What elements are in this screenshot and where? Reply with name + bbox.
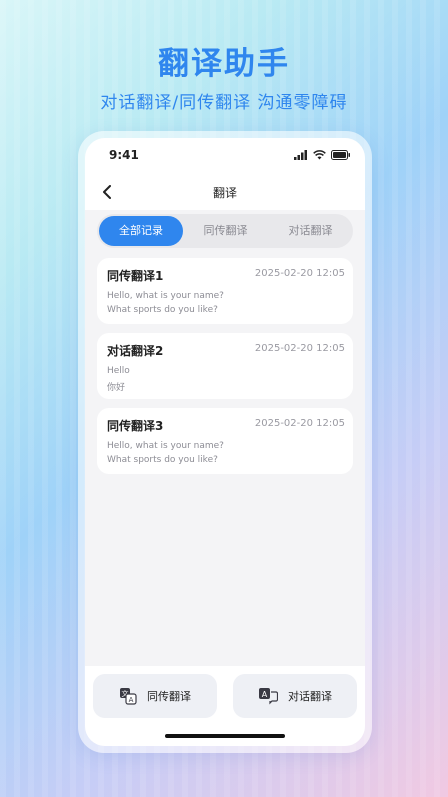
status-icons: [294, 150, 351, 160]
translate-icon: 文 A: [120, 688, 137, 705]
record-time: 2025-02-20 12:05: [254, 268, 345, 279]
tab-dialogue[interactable]: 对话翻译: [268, 216, 353, 246]
record-time: 2025-02-20 12:05: [254, 343, 345, 354]
svg-text:A: A: [129, 696, 134, 704]
record-title: 对话翻译2: [107, 344, 164, 358]
record-target-text: What sports do you like?: [107, 455, 218, 465]
svg-text:A: A: [262, 690, 268, 699]
record-card[interactable]: 同传翻译3 2025-02-20 12:05 Hello, what is yo…: [97, 408, 353, 474]
hero-title: 翻译助手: [158, 46, 290, 82]
record-target-text: 你好: [107, 383, 126, 393]
record-title: 同传翻译3: [107, 419, 164, 433]
dialogue-translate-button[interactable]: A 对话翻译: [233, 674, 357, 718]
phone-frame: 9:41 翻译 全部记录 同传翻译 对话翻译 同传翻译1 2025-02-20 …: [78, 131, 372, 753]
record-source-text: Hello, what is your name?: [107, 291, 224, 301]
record-tabs: 全部记录 同传翻译 对话翻译: [97, 214, 353, 248]
app-screen: 9:41 翻译 全部记录 同传翻译 对话翻译 同传翻译1 2025-02-20 …: [85, 138, 365, 746]
page-title: 翻译: [212, 186, 237, 200]
status-time: 9:41: [109, 148, 139, 162]
status-bar: 9:41: [85, 138, 365, 176]
simultaneous-translate-button[interactable]: 文 A 同传翻译: [93, 674, 217, 718]
record-source-text: Hello, what is your name?: [107, 441, 224, 451]
dialogue-translate-icon: A: [259, 688, 278, 705]
record-card[interactable]: 同传翻译1 2025-02-20 12:05 Hello, what is yo…: [97, 258, 353, 324]
bottom-action-bar: 文 A 同传翻译 A 对话翻译: [85, 666, 365, 746]
dialogue-translate-label: 对话翻译: [288, 690, 332, 703]
tab-simultaneous[interactable]: 同传翻译: [183, 216, 268, 246]
nav-bar: 翻译: [85, 176, 365, 210]
home-indicator: [165, 734, 285, 738]
tab-all-records[interactable]: 全部记录: [99, 216, 183, 246]
record-target-text: What sports do you like?: [107, 305, 218, 315]
wifi-icon: [313, 150, 326, 160]
record-source-text: Hello: [107, 366, 130, 376]
battery-icon: [331, 150, 350, 160]
hero-subtitle: 对话翻译/同传翻译 沟通零障碍: [100, 93, 348, 113]
record-time: 2025-02-20 12:05: [254, 418, 345, 429]
record-title: 同传翻译1: [107, 269, 164, 283]
signal-icon: [294, 150, 307, 160]
simultaneous-translate-label: 同传翻译: [147, 690, 191, 703]
record-list: 同传翻译1 2025-02-20 12:05 Hello, what is yo…: [97, 258, 353, 483]
record-card[interactable]: 对话翻译2 2025-02-20 12:05 Hello 你好: [97, 333, 353, 399]
